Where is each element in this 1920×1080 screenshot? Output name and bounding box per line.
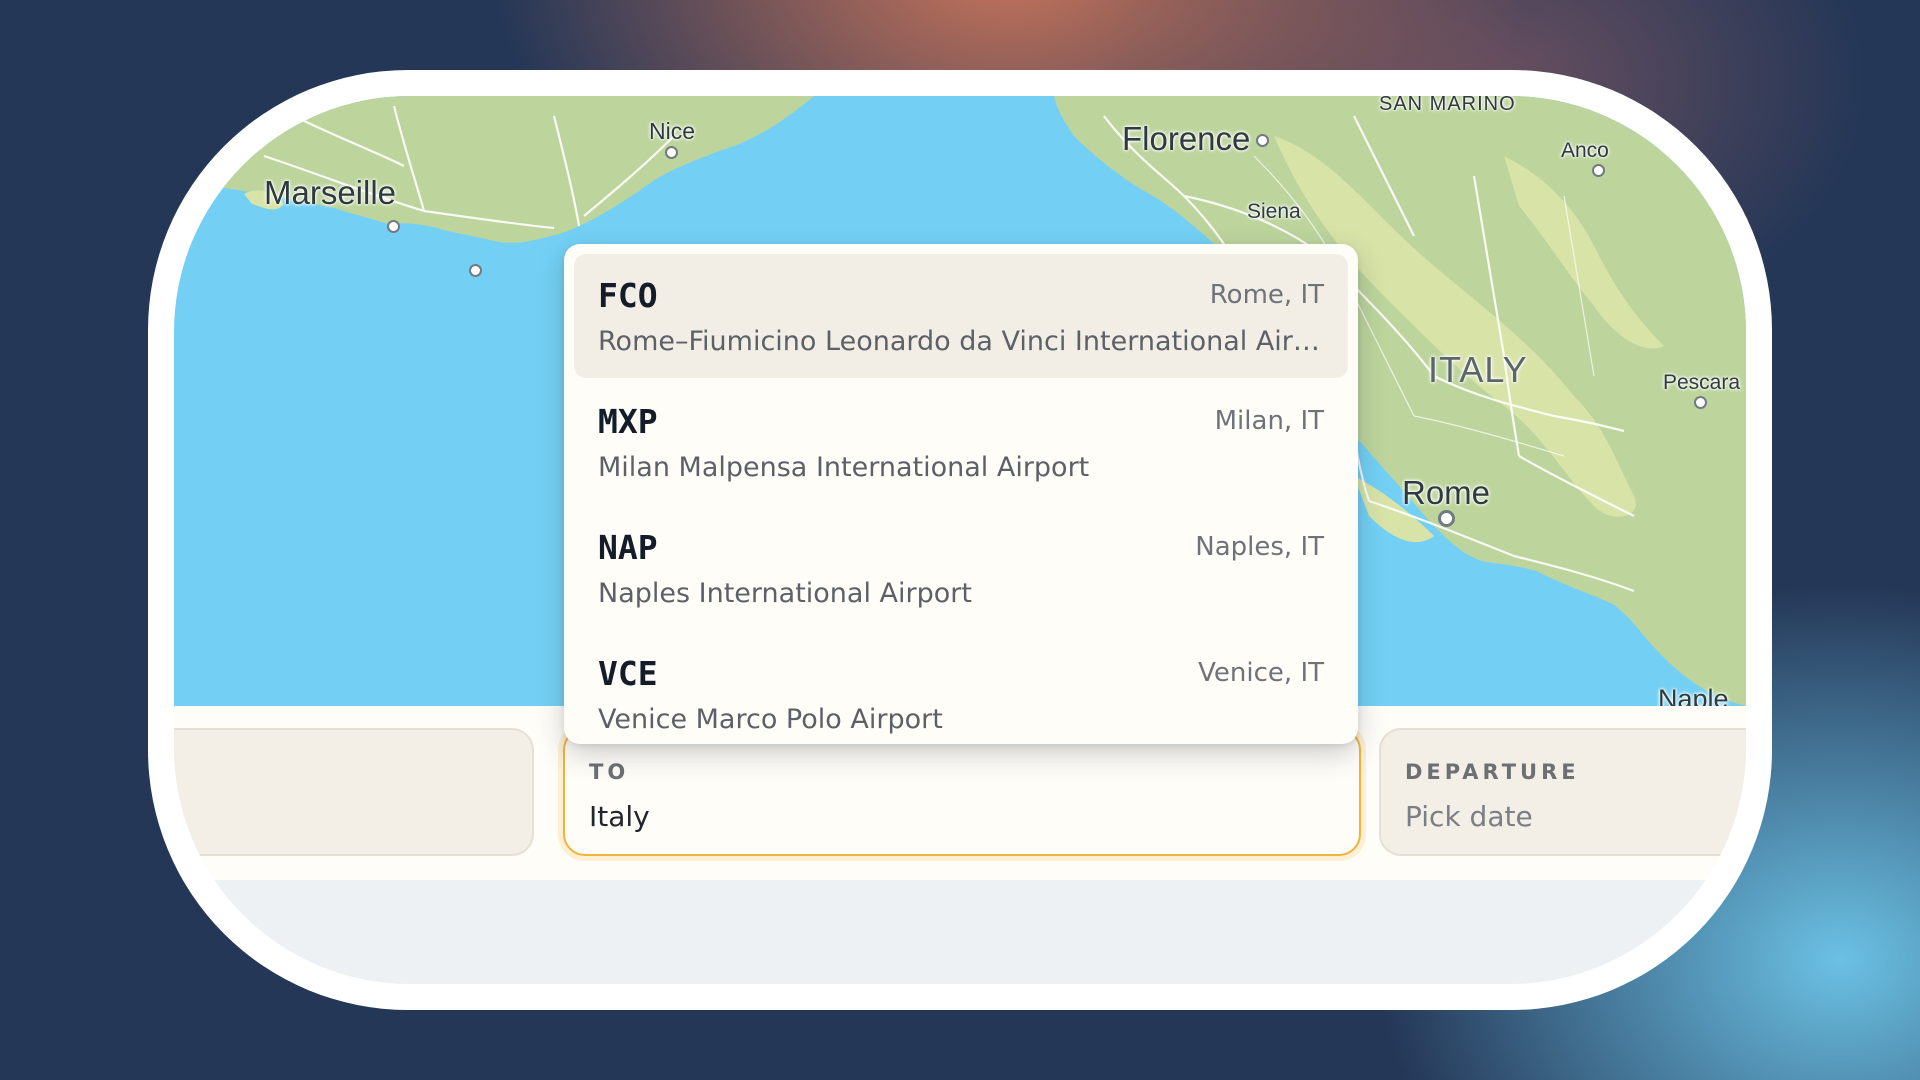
departure-field-label: DEPARTURE: [1405, 760, 1580, 784]
app-screen: Marseille Nice Florence Siena SAN MARINO…: [174, 96, 1746, 984]
city-dot-ancona: [1592, 164, 1605, 177]
map-label-marseille: Marseille: [264, 174, 397, 211]
map-label-ancona: Anco: [1561, 139, 1609, 162]
airport-city: Naples, IT: [1195, 532, 1324, 562]
airport-city: Rome, IT: [1209, 280, 1324, 310]
airport-name: Venice Marco Polo Airport: [598, 704, 943, 735]
departure-field-placeholder[interactable]: Pick date: [1405, 800, 1533, 833]
to-field-label: TO: [589, 760, 630, 784]
airport-code: FCO: [598, 276, 658, 315]
map-label-nice: Nice: [649, 118, 696, 144]
map-label-pescara: Pescara: [1663, 371, 1741, 394]
airport-name: Naples International Airport: [598, 578, 972, 609]
airport-name: Milan Malpensa International Airport: [598, 452, 1090, 483]
map-label-san-marino: SAN MARINO: [1379, 96, 1516, 115]
airport-option-fco[interactable]: FCO Rome, IT Rome–Fiumicino Leonardo da …: [574, 254, 1348, 378]
airport-code: VCE: [598, 654, 658, 693]
airport-code: MXP: [598, 402, 658, 441]
airport-suggestions-dropdown: FCO Rome, IT Rome–Fiumicino Leonardo da …: [564, 244, 1358, 744]
city-dot-marseille: [387, 220, 400, 233]
to-field-value[interactable]: Italy: [589, 800, 650, 833]
airport-city: Milan, IT: [1214, 406, 1324, 436]
airport-option-vce[interactable]: VCE Venice, IT Venice Marco Polo Airport: [574, 632, 1348, 744]
airport-option-mxp[interactable]: MXP Milan, IT Milan Malpensa Internation…: [574, 380, 1348, 504]
map-label-florence: Florence: [1122, 120, 1251, 157]
city-dot-nice: [665, 146, 678, 159]
city-dot-toulon: [469, 264, 482, 277]
to-field[interactable]: TO Italy: [563, 728, 1361, 856]
airport-city: Venice, IT: [1198, 658, 1324, 688]
airport-name: Rome–Fiumicino Leonardo da Vinci Interna…: [598, 326, 1328, 357]
city-dot-florence: [1256, 134, 1269, 147]
device-frame: Marseille Nice Florence Siena SAN MARINO…: [148, 70, 1772, 1010]
departure-field[interactable]: DEPARTURE Pick date: [1379, 728, 1746, 856]
airport-option-nap[interactable]: NAP Naples, IT Naples International Airp…: [574, 506, 1348, 630]
map-label-italy: ITALY: [1428, 349, 1528, 390]
airport-code: NAP: [598, 528, 658, 567]
from-field[interactable]: [174, 728, 534, 856]
map-label-rome: Rome: [1402, 474, 1491, 511]
city-dot-pescara: [1694, 396, 1707, 409]
city-dot-rome: [1438, 510, 1455, 527]
map-label-siena: Siena: [1247, 200, 1301, 223]
